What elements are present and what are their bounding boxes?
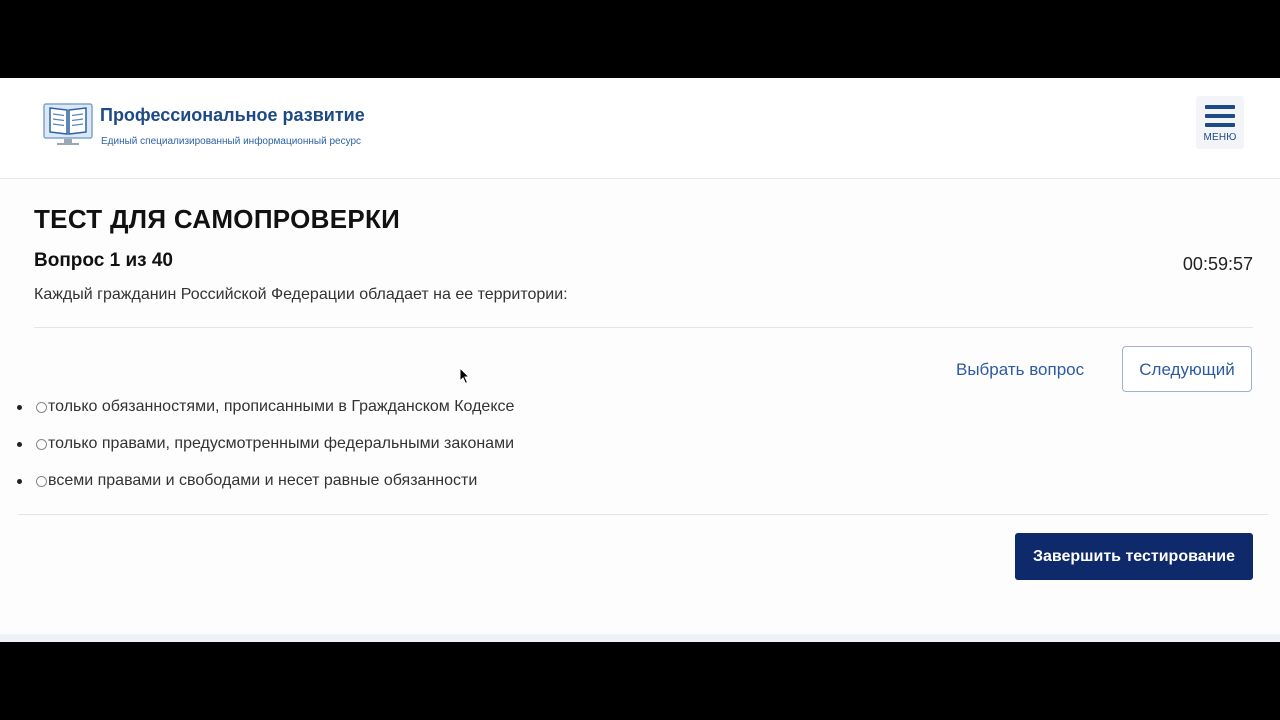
- answer-option[interactable]: всеми правами и свободами и несет равные…: [16, 470, 477, 492]
- bullet: [17, 441, 22, 447]
- page-title: ТЕСТ ДЛЯ САМОПРОВЕРКИ: [34, 204, 401, 234]
- bullet: [17, 404, 22, 410]
- hamburger-icon: [1205, 105, 1235, 127]
- next-button[interactable]: Следующий: [1122, 346, 1252, 392]
- answer-option[interactable]: только правами, предусмотренными федерал…: [16, 433, 514, 455]
- mouse-cursor-icon: [459, 367, 471, 385]
- radio-button[interactable]: [36, 438, 47, 450]
- site-title[interactable]: Профессиональное развитие: [100, 105, 365, 126]
- menu-button[interactable]: МЕНЮ: [1196, 96, 1244, 149]
- question-counter: Вопрос 1 из 40: [34, 250, 173, 271]
- site-header: Профессиональное развитие Единый специал…: [0, 78, 1280, 179]
- countdown-timer: 00:59:57: [1182, 254, 1253, 274]
- question-text: Каждый гражданин Российской Федерации об…: [34, 286, 568, 303]
- answer-option-label[interactable]: только правами, предусмотренными федерал…: [48, 435, 514, 453]
- divider: [18, 514, 1268, 515]
- site-subtitle: Единый специализированный информационный…: [101, 136, 362, 147]
- bullet: [17, 478, 22, 484]
- open-book-monitor-icon[interactable]: [42, 96, 94, 148]
- footer-strip: [0, 634, 1280, 642]
- answer-option[interactable]: только обязанностями, прописанными в Гра…: [16, 396, 514, 418]
- choose-question-link[interactable]: Выбрать вопрос: [956, 360, 1084, 380]
- radio-button[interactable]: [36, 475, 47, 487]
- answer-option-label[interactable]: всеми правами и свободами и несет равные…: [48, 472, 477, 490]
- radio-button[interactable]: [36, 401, 47, 413]
- divider: [34, 327, 1253, 328]
- menu-label: МЕНЮ: [1203, 132, 1237, 143]
- answer-option-label[interactable]: только обязанностями, прописанными в Гра…: [48, 398, 514, 416]
- page: Профессиональное развитие Единый специал…: [0, 78, 1280, 642]
- finish-test-button[interactable]: Завершить тестирование: [1015, 533, 1253, 580]
